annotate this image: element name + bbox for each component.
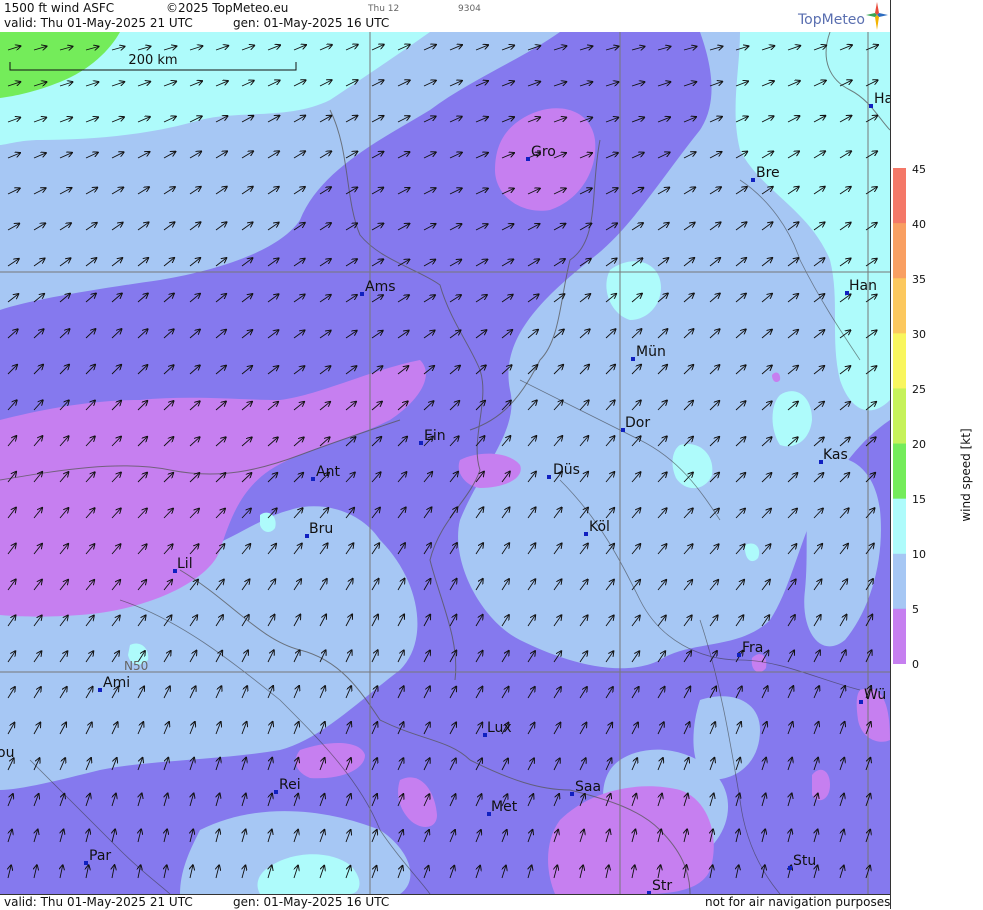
city-label: Par bbox=[89, 848, 111, 864]
wind-map: 200 km N50 Gro Bre Ha Ams Han Mün Dor Ei… bbox=[0, 32, 890, 894]
city-label: Ams bbox=[365, 279, 396, 295]
city-label: Saa bbox=[575, 779, 601, 795]
colorbar-segment bbox=[893, 553, 906, 610]
colorbar-segment bbox=[893, 278, 906, 334]
city-marker bbox=[788, 866, 792, 870]
colorbar-tick: 25 bbox=[912, 383, 926, 396]
city-marker bbox=[570, 792, 574, 796]
colorbar-segment bbox=[893, 168, 906, 224]
colorbar-tick: 35 bbox=[912, 273, 926, 286]
city-label: Gro bbox=[531, 144, 556, 160]
city-marker bbox=[869, 104, 873, 108]
header-small-label: Thu 12 bbox=[368, 4, 400, 14]
city-label: Bru bbox=[309, 521, 333, 537]
city-marker bbox=[859, 700, 863, 704]
city-marker bbox=[631, 357, 635, 361]
colorbar bbox=[893, 168, 906, 664]
latitude-label: N50 bbox=[124, 659, 148, 673]
city-label: ou bbox=[0, 745, 14, 761]
colorbar-tick: 5 bbox=[912, 603, 919, 616]
city-marker bbox=[547, 475, 551, 479]
city-label: Wü bbox=[864, 687, 886, 703]
city-marker bbox=[751, 178, 755, 182]
colorbar-tick: 20 bbox=[912, 438, 926, 451]
city-label: Kas bbox=[823, 447, 848, 463]
product-title: 1500 ft wind ASFC bbox=[4, 1, 115, 15]
map-footer: valid: Thu 01-May-2025 21 UTC gen: 01-Ma… bbox=[0, 894, 890, 910]
valid-time: valid: Thu 01-May-2025 21 UTC bbox=[4, 16, 193, 30]
scale-label: 200 km bbox=[128, 53, 177, 68]
city-label: Met bbox=[491, 799, 518, 815]
city-label: Ami bbox=[103, 675, 130, 691]
logo-star-icon bbox=[866, 2, 888, 30]
city-label: Lux bbox=[487, 720, 512, 736]
city-marker bbox=[360, 292, 364, 296]
disclaimer: not for air navigation purposes bbox=[705, 895, 891, 909]
city-marker bbox=[274, 790, 278, 794]
colorbar-segment bbox=[893, 498, 906, 555]
colorbar-tick: 40 bbox=[912, 218, 926, 231]
colorbar-segment bbox=[893, 333, 906, 389]
city-marker bbox=[311, 477, 315, 481]
city-label: Han bbox=[849, 278, 877, 294]
city-label: Ha bbox=[874, 91, 890, 107]
city-marker bbox=[84, 861, 88, 865]
city-label: Mün bbox=[636, 344, 666, 360]
city-marker bbox=[419, 441, 423, 445]
colorbar-segment bbox=[893, 388, 906, 445]
colorbar-tick: 0 bbox=[912, 658, 919, 671]
generated-time: gen: 01-May-2025 16 UTC bbox=[233, 16, 390, 30]
header-small-code: 9304 bbox=[458, 4, 481, 14]
city-label: Bre bbox=[756, 165, 780, 181]
city-marker bbox=[584, 532, 588, 536]
city-label: Stu bbox=[793, 853, 816, 869]
city-marker bbox=[526, 157, 530, 161]
city-label: Str bbox=[652, 878, 672, 894]
map-header: 1500 ft wind ASFC ©2025 TopMeteo.eu Thu … bbox=[0, 0, 890, 33]
footer-valid-time: valid: Thu 01-May-2025 21 UTC bbox=[4, 895, 193, 909]
city-label: Dor bbox=[625, 415, 650, 431]
copyright: ©2025 TopMeteo.eu bbox=[166, 1, 289, 15]
city-label: Ant bbox=[316, 464, 340, 480]
colorbar-segment bbox=[893, 608, 906, 664]
colorbar-tick: 15 bbox=[912, 493, 926, 506]
city-label: Rei bbox=[279, 777, 301, 793]
wind-map-canvas: 200 km N50 Gro Bre Ha Ams Han Mün Dor Ei… bbox=[0, 32, 890, 894]
city-label: Köl bbox=[589, 519, 610, 535]
city-marker bbox=[98, 688, 102, 692]
topmeteo-logo: TopMeteo bbox=[798, 12, 865, 28]
city-label: Fra bbox=[742, 640, 763, 656]
city-label: Düs bbox=[553, 462, 580, 478]
colorbar-tick: 45 bbox=[912, 163, 926, 176]
city-label: Lil bbox=[177, 556, 193, 572]
colorbar-segment bbox=[893, 443, 906, 500]
footer-generated-time: gen: 01-May-2025 16 UTC bbox=[233, 895, 390, 909]
colorbar-tick: 30 bbox=[912, 328, 926, 341]
city-marker bbox=[737, 653, 741, 657]
colorbar-tick: 10 bbox=[912, 548, 926, 561]
city-label: Ein bbox=[424, 428, 446, 444]
colorbar-segment bbox=[893, 223, 906, 279]
colorbar-title: wind speed [kt] bbox=[959, 428, 973, 522]
